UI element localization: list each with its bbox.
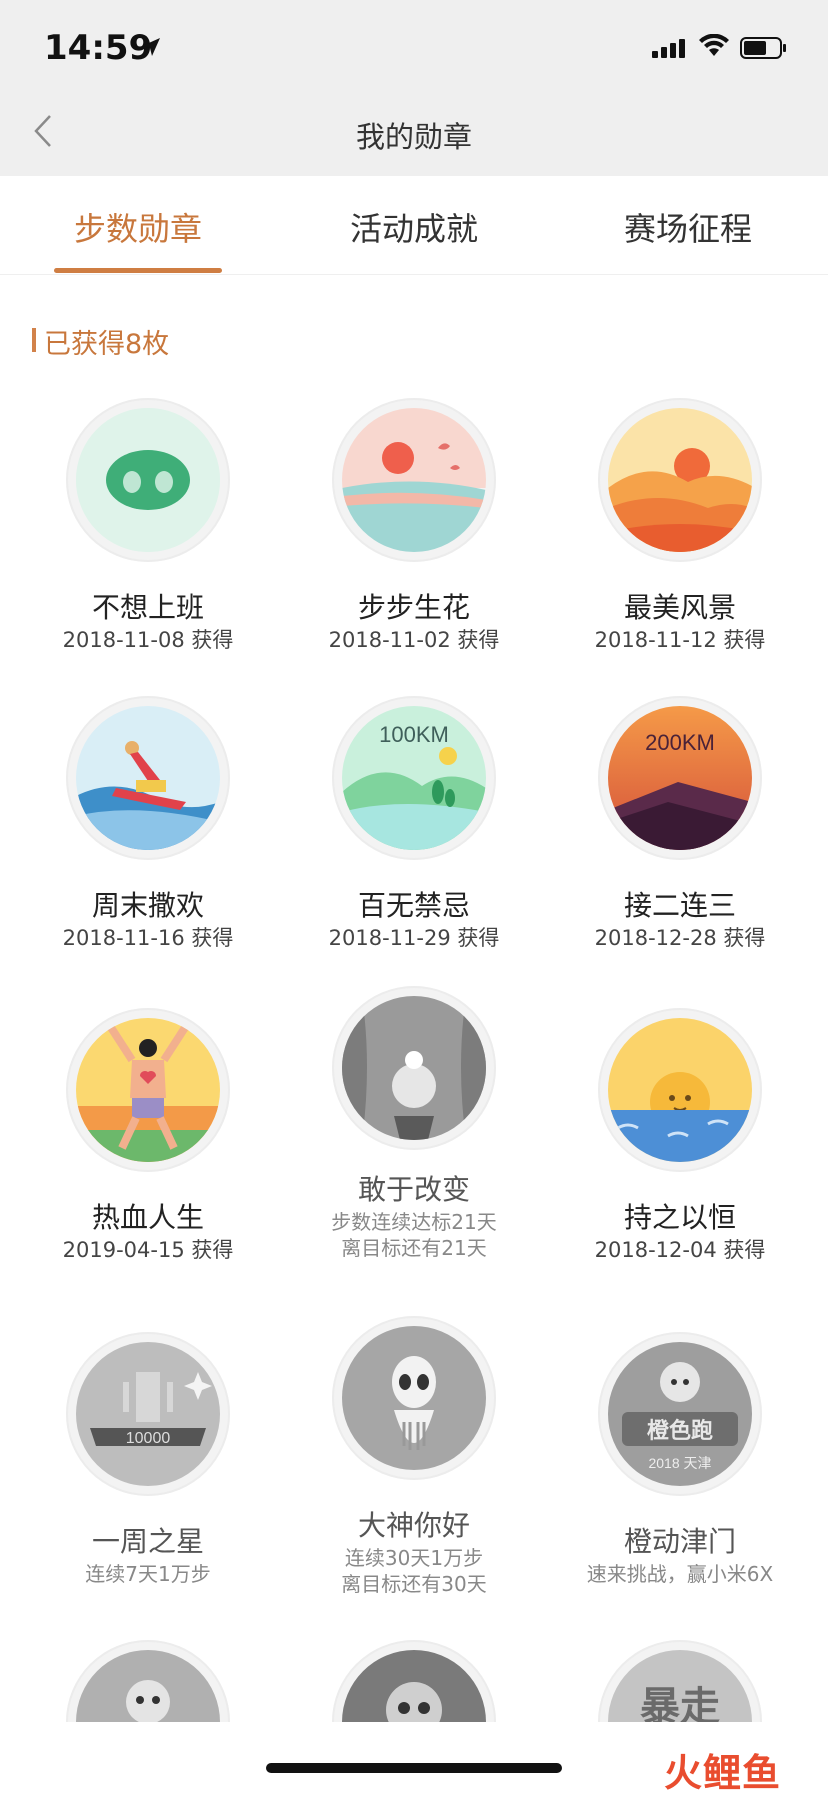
medal-progress: 离目标还有30天 bbox=[341, 1572, 487, 1596]
medal-name: 敢于改变 bbox=[357, 1173, 470, 1206]
tab-bar: 步数勋章 活动成就 赛场征程 bbox=[0, 176, 828, 275]
medal-badge-locked bbox=[332, 1316, 496, 1480]
crown-ribbon-icon: 10000 bbox=[76, 1342, 220, 1486]
cellular-signal-icon bbox=[652, 38, 688, 62]
sumo-wrestler-icon bbox=[342, 996, 486, 1140]
badge-label-walk: 暴走 bbox=[640, 1685, 720, 1722]
tab-race-journey[interactable]: 赛场征程 bbox=[604, 204, 772, 250]
mountain-dusk-icon: 200KM bbox=[608, 706, 752, 850]
active-tab-indicator bbox=[54, 268, 222, 273]
pig-nose-icon bbox=[76, 408, 220, 552]
medal-requirement: 步数连续达标21天 bbox=[331, 1210, 497, 1234]
badge-label-200km: 200KM bbox=[645, 730, 715, 755]
medal-requirement: 连续30天1万步 bbox=[344, 1546, 484, 1570]
medal-date: 2018-11-08 获得 bbox=[62, 628, 234, 652]
medal-date: 2018-11-29 获得 bbox=[328, 926, 500, 950]
medal-badge-locked: 暴走 bbox=[598, 1640, 762, 1722]
medal-name: 持之以恒 bbox=[623, 1201, 736, 1234]
alien-icon bbox=[342, 1326, 486, 1470]
raccoon-icon bbox=[76, 1650, 220, 1722]
medal-badge-locked bbox=[332, 1640, 496, 1722]
medal-requirement: 连续7天1万步 bbox=[85, 1562, 211, 1586]
wifi-icon bbox=[698, 33, 730, 62]
orange-run-tianjin-icon: 橙色跑 2018 天津 bbox=[608, 1342, 752, 1486]
medal-name: 不想上班 bbox=[91, 591, 204, 624]
medal-badge-locked bbox=[66, 1640, 230, 1722]
section-accent-bar bbox=[32, 328, 36, 352]
medal-badge-locked bbox=[332, 986, 496, 1150]
green-hills-icon: 100KM bbox=[342, 706, 486, 850]
desert-sunset-icon bbox=[608, 408, 752, 552]
medal-badge bbox=[598, 1008, 762, 1172]
badge-label-run: 橙色跑 bbox=[647, 1418, 713, 1443]
medal-date: 2018-12-04 获得 bbox=[594, 1238, 766, 1262]
badge-label-city: 2018 天津 bbox=[648, 1455, 711, 1471]
medal-date: 2019-04-15 获得 bbox=[62, 1238, 234, 1262]
medal-badge: 200KM bbox=[598, 696, 762, 860]
medal-date: 2018-11-12 获得 bbox=[594, 628, 766, 652]
partial-row-clip: 暴走 bbox=[0, 1640, 828, 1722]
medal-name: 百无禁忌 bbox=[357, 889, 470, 922]
surfer-icon bbox=[76, 706, 220, 850]
medal-name: 最美风景 bbox=[623, 591, 736, 624]
medal-badge-locked: 橙色跑 2018 天津 bbox=[598, 1332, 762, 1496]
page-title: 我的勋章 bbox=[355, 120, 472, 154]
badge-label-100km: 100KM bbox=[379, 722, 449, 747]
medal-date: 2018-11-02 获得 bbox=[328, 628, 500, 652]
medal-date: 2018-11-16 获得 bbox=[62, 926, 234, 950]
medal-badge bbox=[66, 398, 230, 562]
status-time: 14:59 bbox=[44, 28, 153, 68]
medal-badge: 100KM bbox=[332, 696, 496, 860]
battery-icon bbox=[740, 37, 788, 63]
skull-icon bbox=[342, 1650, 486, 1722]
watermark-logo: 火鲤鱼 bbox=[664, 1742, 820, 1795]
location-arrow-icon bbox=[140, 36, 162, 62]
medal-badge bbox=[332, 398, 496, 562]
medal-date: 2018-12-28 获得 bbox=[594, 926, 766, 950]
medal-progress: 离目标还有21天 bbox=[341, 1236, 487, 1260]
home-indicator[interactable] bbox=[266, 1763, 562, 1773]
medal-name: 热血人生 bbox=[91, 1201, 204, 1234]
tab-activity-achievements[interactable]: 活动成就 bbox=[330, 204, 498, 250]
heart-runner-icon bbox=[76, 1018, 220, 1162]
medal-badge bbox=[66, 1008, 230, 1172]
medal-badge-locked: 10000 bbox=[66, 1332, 230, 1496]
badge-label-10000: 10000 bbox=[126, 1430, 171, 1447]
tab-step-medals[interactable]: 步数勋章 bbox=[54, 204, 222, 250]
sunrise-sea-icon bbox=[608, 1018, 752, 1162]
power-walk-icon: 暴走 bbox=[608, 1650, 752, 1722]
earned-count-text: 已获得8枚 bbox=[44, 329, 170, 360]
medal-badge bbox=[66, 696, 230, 860]
watermark-text: 火鲤鱼 bbox=[664, 1751, 782, 1795]
top-bar: 14:59 我的勋章 bbox=[0, 0, 828, 176]
medal-name: 橙动津门 bbox=[623, 1525, 736, 1558]
medal-name: 步步生花 bbox=[357, 591, 470, 624]
medal-name: 一周之星 bbox=[91, 1525, 204, 1558]
sunset-sea-icon bbox=[342, 408, 486, 552]
medal-name: 大神你好 bbox=[357, 1509, 470, 1542]
medal-requirement: 速来挑战，赢小米6X bbox=[586, 1562, 774, 1586]
medal-name: 周末撒欢 bbox=[91, 889, 204, 922]
medal-badge bbox=[598, 398, 762, 562]
medal-name: 接二连三 bbox=[623, 889, 736, 922]
